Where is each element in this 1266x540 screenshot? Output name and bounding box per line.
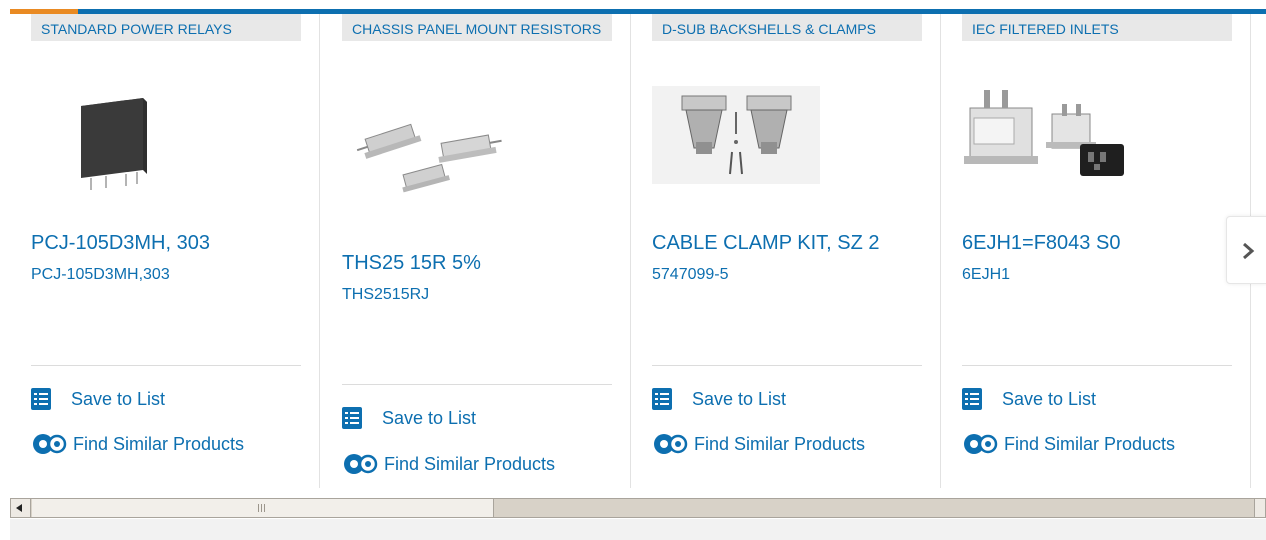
find-similar-button[interactable]: Find Similar Products [31, 432, 244, 456]
horizontal-scrollbar[interactable] [10, 498, 1266, 518]
find-similar-button[interactable]: Find Similar Products [342, 452, 555, 476]
save-to-list-button[interactable]: Save to List [652, 388, 786, 410]
category-tag[interactable]: STANDARD POWER RELAYS [31, 14, 301, 41]
product-card: STANDARD POWER RELAYS PCJ-105D3MH, 303 P… [10, 14, 320, 488]
scrollbar-grip [258, 504, 266, 512]
product-card: CHASSIS PANEL MOUNT RESISTORS THS25 15R … [321, 14, 631, 488]
scrollbar-thumb[interactable] [32, 499, 494, 517]
scroll-left-button[interactable] [11, 499, 31, 517]
save-to-list-button[interactable]: Save to List [31, 388, 165, 410]
list-icon [342, 407, 362, 429]
find-similar-label: Find Similar Products [1004, 433, 1176, 454]
part-number-link[interactable]: 5747099-5 [652, 266, 729, 284]
gears-icon [344, 454, 378, 474]
category-tag[interactable]: IEC FILTERED INLETS [962, 14, 1232, 41]
product-title-link[interactable]: 6EJH1=F8043 S0 [962, 232, 1120, 255]
resistor-image[interactable] [342, 96, 612, 216]
backshell-image[interactable] [652, 82, 922, 202]
gears-icon [33, 434, 67, 454]
divider [652, 365, 922, 366]
product-card: D-SUB BACKSHELLS & CLAMPS CABLE CLAMP KI… [631, 14, 941, 488]
list-icon [652, 388, 672, 410]
find-similar-button[interactable]: Find Similar Products [652, 432, 865, 456]
divider [31, 365, 301, 366]
find-similar-button[interactable]: Find Similar Products [962, 432, 1175, 456]
save-to-list-label: Save to List [692, 388, 787, 409]
product-card: IEC FILTERED INLETS 6EJH1=F8043 S0 6EJH1 [941, 14, 1251, 488]
gears-icon [654, 434, 688, 454]
scroll-right-button[interactable] [1254, 499, 1265, 517]
find-similar-label: Find Similar Products [384, 453, 556, 474]
find-similar-label: Find Similar Products [73, 433, 245, 454]
product-carousel: STANDARD POWER RELAYS PCJ-105D3MH, 303 P… [10, 14, 1266, 488]
part-number-link[interactable]: THS2515RJ [342, 286, 429, 304]
product-title-link[interactable]: THS25 15R 5% [342, 252, 481, 275]
divider [342, 384, 612, 385]
gears-icon [964, 434, 998, 454]
list-icon [962, 388, 982, 410]
save-to-list-label: Save to List [1002, 388, 1097, 409]
carousel-next-button[interactable] [1226, 216, 1266, 284]
category-tag[interactable]: CHASSIS PANEL MOUNT RESISTORS [342, 14, 612, 41]
save-to-list-button[interactable]: Save to List [342, 407, 476, 429]
save-to-list-label: Save to List [382, 407, 477, 428]
find-similar-label: Find Similar Products [694, 433, 866, 454]
save-to-list-label: Save to List [71, 388, 166, 409]
save-to-list-button[interactable]: Save to List [962, 388, 1096, 410]
part-number-link[interactable]: PCJ-105D3MH,303 [31, 266, 170, 284]
relay-image[interactable] [31, 78, 301, 198]
page-footer-area [10, 519, 1266, 540]
product-title-link[interactable]: CABLE CLAMP KIT, SZ 2 [652, 232, 880, 255]
category-tag[interactable]: D-SUB BACKSHELLS & CLAMPS [652, 14, 922, 41]
divider [962, 365, 1232, 366]
arrow-left-icon [16, 504, 22, 512]
product-title-link[interactable]: PCJ-105D3MH, 303 [31, 232, 210, 255]
part-number-link[interactable]: 6EJH1 [962, 266, 1010, 284]
filtered-inlet-image[interactable] [962, 78, 1232, 198]
chevron-right-icon [1243, 242, 1255, 260]
list-icon [31, 388, 51, 410]
